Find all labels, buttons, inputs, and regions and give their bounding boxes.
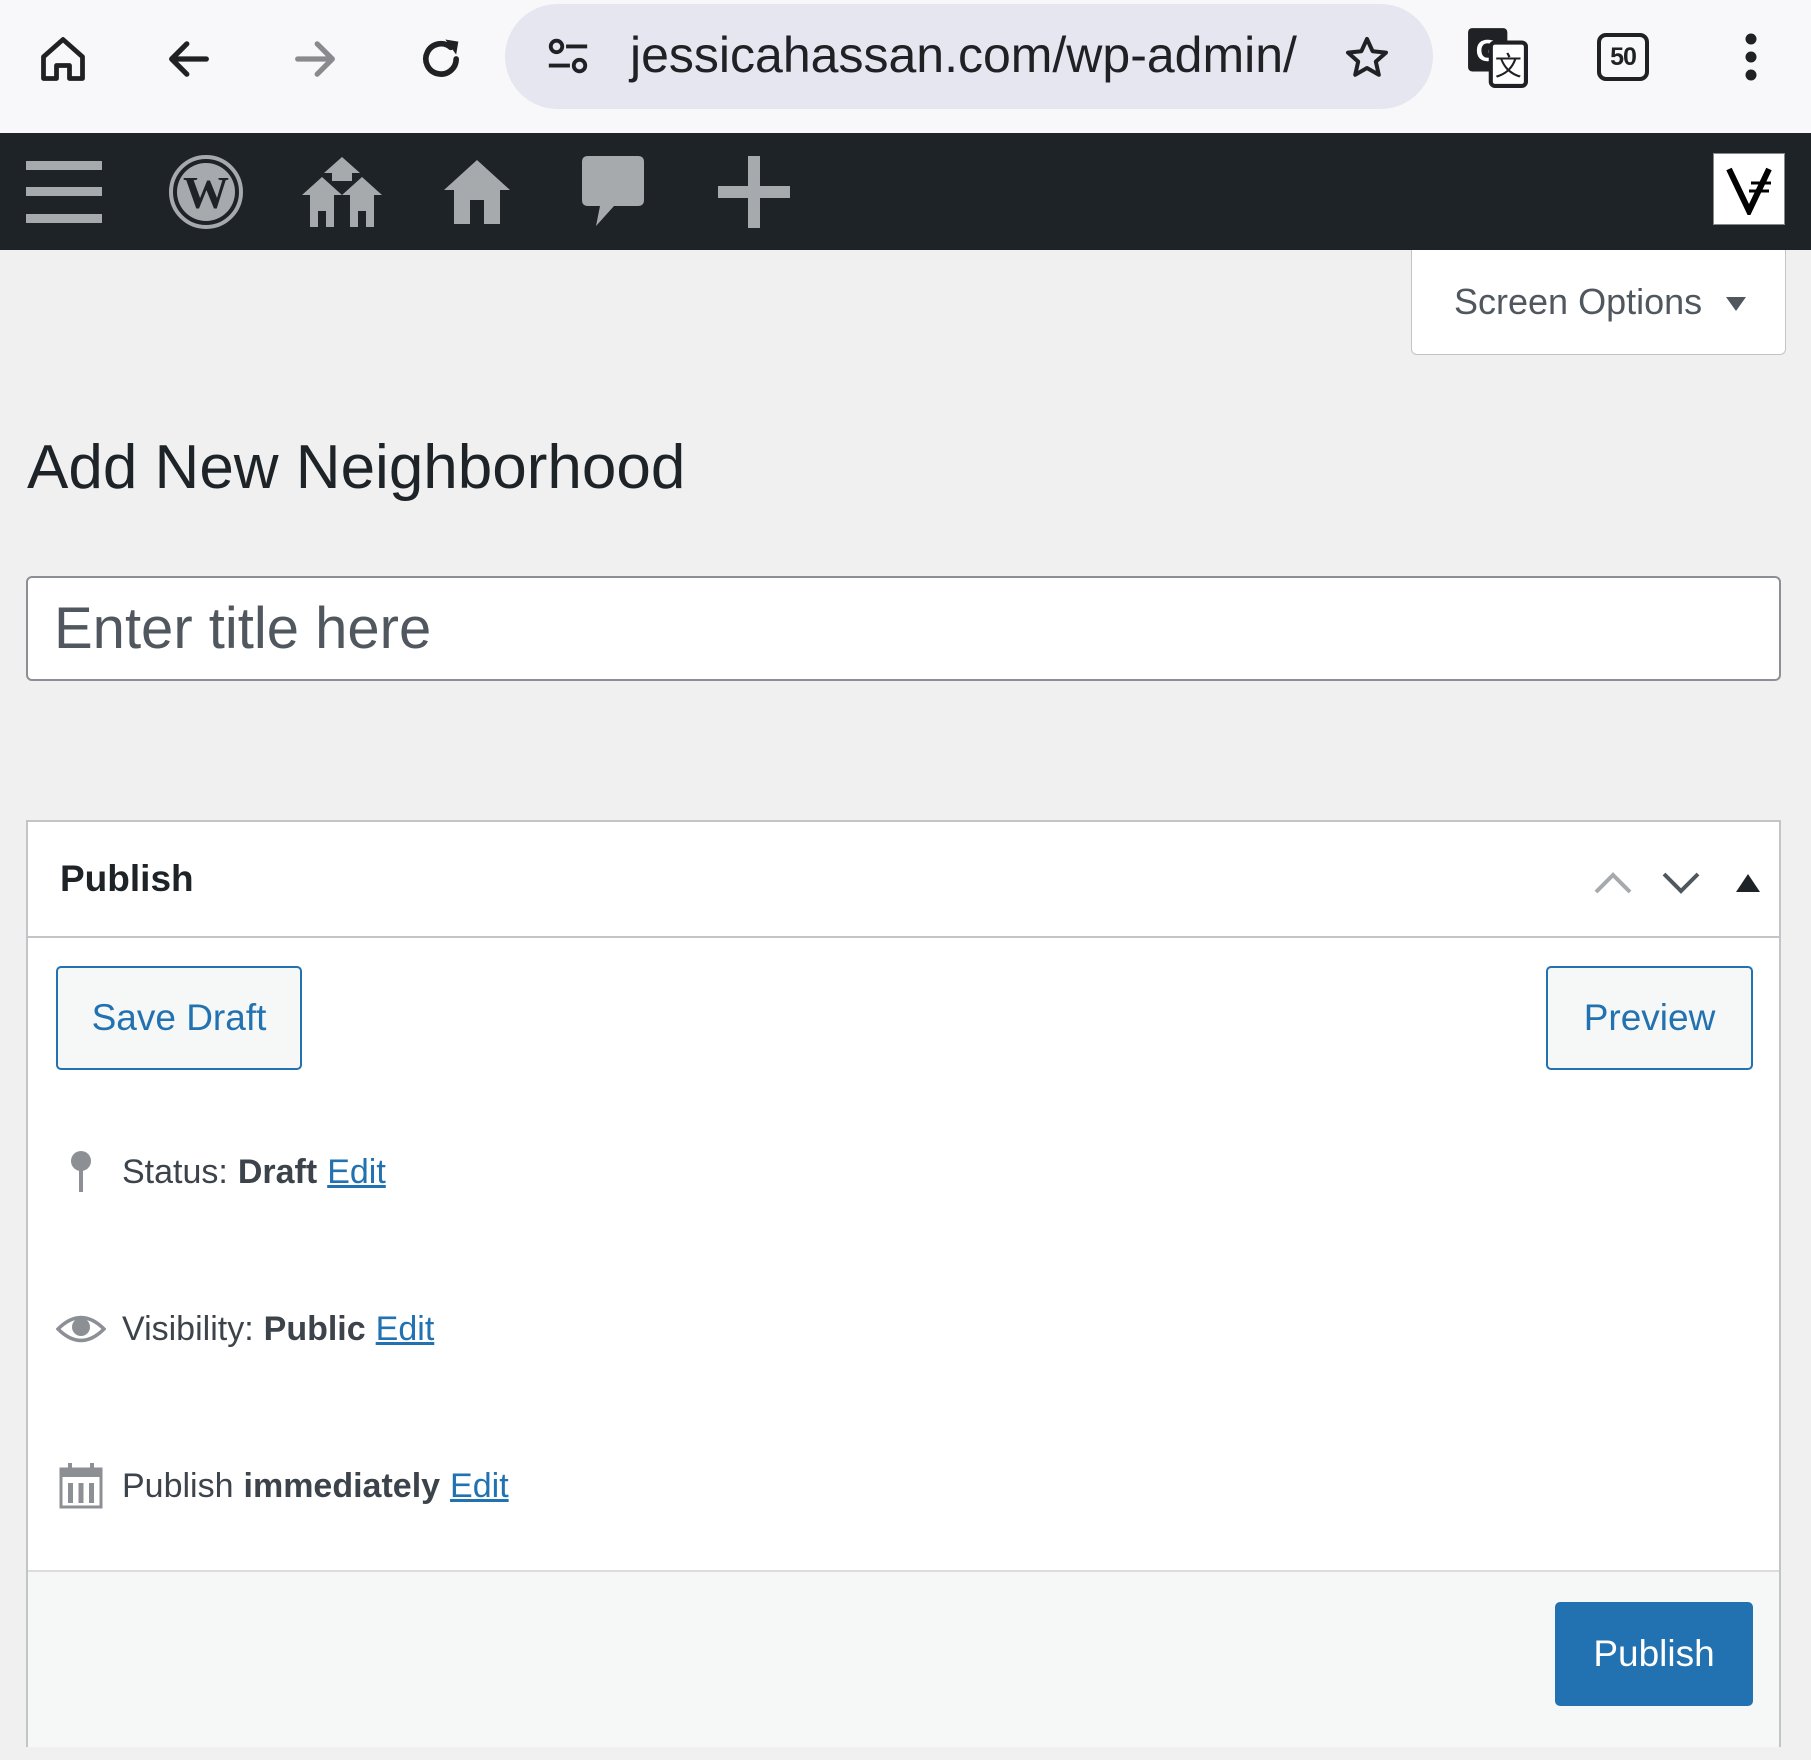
visibility-row: Visibility: Public Edit: [56, 1299, 434, 1359]
save-draft-button[interactable]: Save Draft: [56, 966, 302, 1070]
status-value: Draft: [237, 1152, 318, 1191]
publish-box-header: Publish: [28, 822, 1779, 938]
menu-icon[interactable]: [26, 133, 102, 250]
my-sites-icon[interactable]: [300, 133, 384, 250]
calendar-icon: [56, 1461, 106, 1511]
screen-options-button[interactable]: Screen Options: [1411, 250, 1786, 355]
visibility-value: Public: [263, 1309, 366, 1348]
move-down-icon[interactable]: [1656, 858, 1706, 908]
publish-box: Publish Save Draft Preview Status: Draft…: [26, 820, 1781, 1747]
publish-button[interactable]: Publish: [1555, 1602, 1753, 1706]
browser-toolbar: jessicahassan.com/wp-admin/ G 文 50: [0, 0, 1811, 133]
schedule-value: immediately: [243, 1466, 441, 1505]
schedule-row: Publish immediately Edit: [56, 1456, 509, 1516]
screen-options-label: Screen Options: [1454, 281, 1703, 322]
toggle-panel-icon[interactable]: [1723, 858, 1773, 908]
status-row: Status: Draft Edit: [56, 1142, 386, 1202]
wp-admin-bar: W: [0, 133, 1811, 250]
eye-icon: [56, 1304, 106, 1354]
site-home-icon[interactable]: [444, 133, 510, 250]
svg-text:文: 文: [1495, 52, 1522, 82]
reload-icon[interactable]: [406, 24, 476, 94]
home-icon[interactable]: [28, 24, 98, 94]
forward-icon[interactable]: [280, 24, 350, 94]
move-up-icon[interactable]: [1588, 858, 1638, 908]
svg-text:W: W: [183, 167, 229, 218]
edit-visibility-link[interactable]: Edit: [376, 1310, 435, 1349]
site-info-icon[interactable]: [545, 36, 591, 76]
translate-icon[interactable]: G 文: [1462, 22, 1532, 92]
caret-down-icon: [1726, 297, 1747, 311]
tab-count: 50: [1597, 33, 1649, 81]
new-content-icon[interactable]: [718, 133, 790, 250]
url-text: jessicahassan.com/wp-admin/: [630, 27, 1297, 83]
comments-icon[interactable]: [582, 133, 644, 250]
publish-box-heading: Publish: [60, 858, 194, 899]
address-bar[interactable]: jessicahassan.com/wp-admin/: [505, 4, 1433, 109]
back-icon[interactable]: [154, 24, 224, 94]
publishing-actions: Publish: [28, 1570, 1779, 1747]
post-title-input[interactable]: [26, 576, 1781, 681]
edit-schedule-link[interactable]: Edit: [450, 1467, 509, 1506]
bookmark-star-icon[interactable]: [1343, 34, 1391, 82]
wordpress-logo-icon[interactable]: W: [168, 133, 244, 250]
tab-counter-icon[interactable]: 50: [1588, 22, 1658, 92]
visibility-label: Visibility:: [122, 1309, 254, 1348]
pin-icon: [56, 1147, 106, 1197]
preview-button[interactable]: Preview: [1546, 966, 1753, 1070]
edit-status-link[interactable]: Edit: [327, 1153, 386, 1192]
menu-kebab-icon[interactable]: [1716, 22, 1786, 92]
page-title: Add New Neighborhood: [27, 433, 686, 502]
status-label: Status:: [122, 1152, 228, 1191]
account-avatar-icon[interactable]: [1713, 153, 1785, 225]
schedule-label: Publish: [122, 1466, 234, 1505]
